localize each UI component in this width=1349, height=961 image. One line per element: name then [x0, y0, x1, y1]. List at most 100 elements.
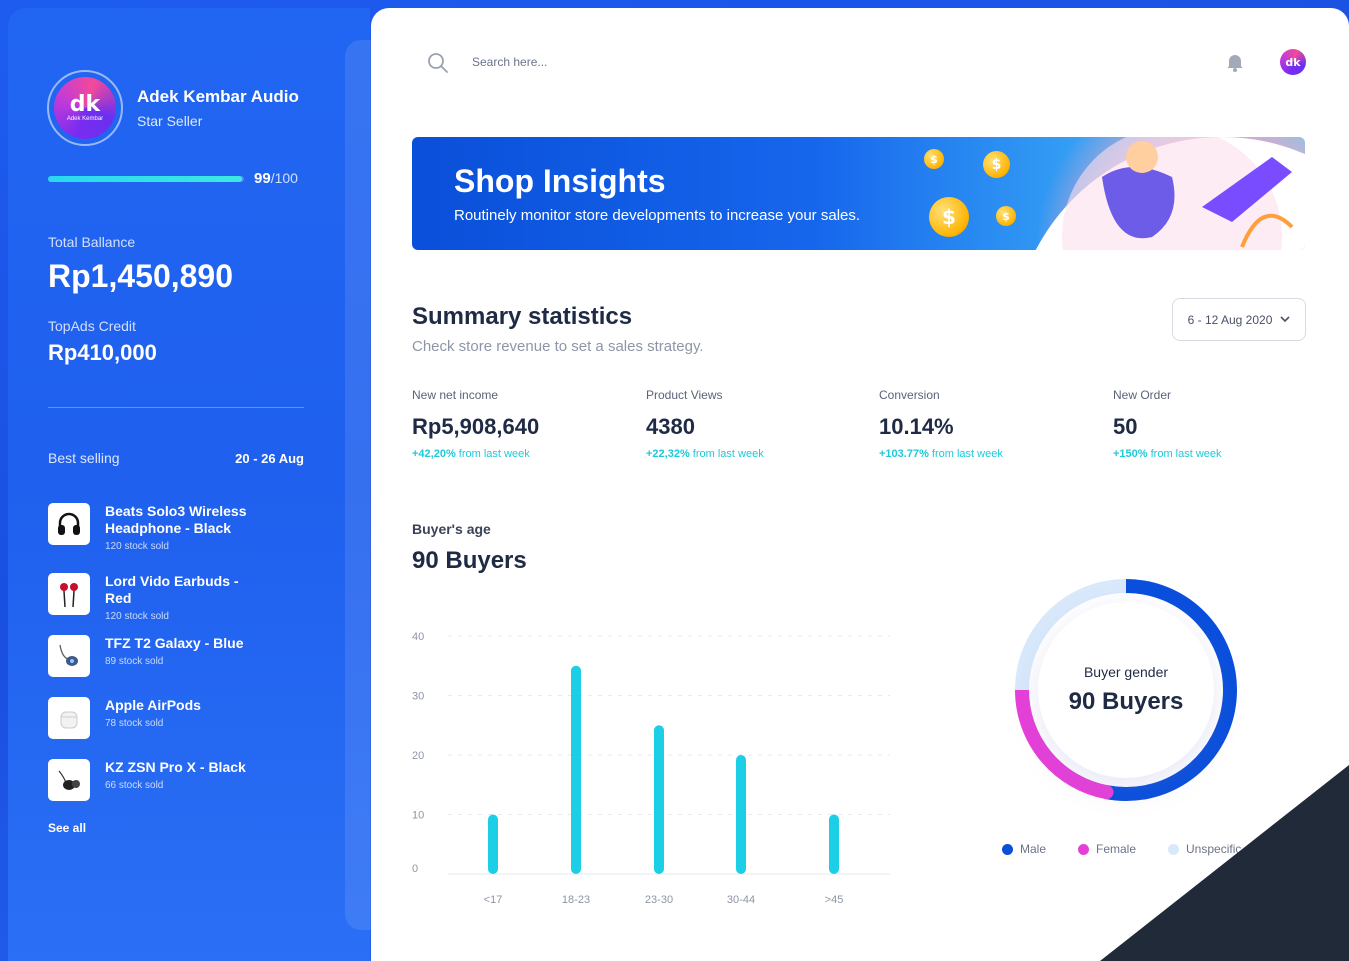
buyer-gender-value: 90 Buyers [1068, 688, 1184, 715]
stat-change-value: +150% [1113, 448, 1148, 460]
legend-item-unspecific: Unspecific [1168, 842, 1241, 856]
stat-label: Conversion [879, 388, 940, 402]
stat-change: +150% from last week [1113, 448, 1222, 460]
balance-value: Rp1,450,890 [48, 258, 234, 294]
balance-label: Total Ballance [48, 234, 136, 250]
buyer-age-value: 90 Buyers [412, 547, 527, 574]
product-sold: 120 stock sold [105, 541, 169, 552]
legend-dot [1078, 843, 1089, 855]
bar[interactable] [654, 725, 664, 874]
summary-title: Summary statistics [412, 303, 633, 330]
summary-subtitle: Check store revenue to set a sales strat… [412, 338, 704, 355]
best-selling-label: Best selling [48, 450, 120, 466]
product-item[interactable]: Lord Vido Earbuds - Red 120 stock sold [48, 573, 265, 622]
stat-label: New Order [1113, 388, 1172, 402]
airpods-icon [48, 697, 90, 739]
date-range-dropdown[interactable]: 6 - 12 Aug 2020 [1172, 298, 1306, 341]
headphone-icon [48, 503, 90, 545]
store-score: 99/100 [48, 170, 298, 187]
banner-title: Shop Insights [454, 163, 666, 199]
coin-icon: $ [983, 151, 1010, 178]
bar[interactable] [488, 814, 498, 875]
score-progress-fill [48, 175, 243, 182]
y-tick-label: 10 [412, 810, 424, 822]
stat-label: New net income [412, 388, 499, 402]
credit-value: Rp410,000 [48, 340, 157, 365]
stat-change-value: +22,32% [646, 448, 690, 460]
stat-change-value: +103.77% [879, 448, 929, 460]
search-icon[interactable] [427, 52, 449, 79]
legend-label: Female [1096, 842, 1137, 856]
stat-label: Product Views [646, 388, 723, 402]
stat-change-suffix: from last week [455, 448, 530, 460]
credit-label: TopAds Credit [48, 318, 136, 334]
stat-value: Rp5,908,640 [412, 414, 540, 439]
product-item[interactable]: Beats Solo3 Wireless Headphone - Black 1… [48, 503, 265, 552]
score-progress-bar [48, 175, 244, 182]
x-tick-label: >45 [825, 894, 844, 906]
user-avatar[interactable]: dk [1280, 49, 1306, 75]
date-range-value: 6 - 12 Aug 2020 [1187, 312, 1273, 327]
buyer-gender-label: Buyer gender [1083, 664, 1169, 680]
y-tick-label: 40 [412, 631, 424, 643]
legend-item-female: Female [1078, 842, 1136, 856]
product-sold: 66 stock sold [105, 780, 164, 791]
legend-label: Unspecific [1186, 842, 1242, 856]
y-tick-label: 20 [412, 750, 424, 762]
x-tick-label: <17 [484, 894, 503, 906]
stat-card: New net income Rp5,908,640 +42,20% from … [412, 388, 539, 460]
sidebar [8, 8, 370, 961]
coin-icon: $ [929, 197, 969, 237]
bar[interactable] [829, 814, 839, 875]
stat-change-value: +42,20% [412, 448, 456, 460]
product-item[interactable]: TFZ T2 Galaxy - Blue 89 stock sold [48, 635, 265, 677]
buyer-age-label: Buyer's age [412, 521, 491, 537]
product-name: Apple AirPods [105, 697, 201, 713]
stat-value: 10.14% [879, 414, 954, 439]
best-selling-range[interactable]: 20 - 26 Aug [235, 451, 304, 466]
stat-value: 4380 [646, 414, 695, 439]
store-logo: dk Adek Kembar [54, 77, 116, 139]
stat-card: Conversion 10.14% +103.77% from last wee… [879, 388, 1003, 460]
store-profile[interactable]: dk Adek Kembar Adek Kembar Audio Star Se… [47, 70, 299, 146]
x-tick-label: 30-44 [727, 894, 755, 906]
x-tick-label: 23-30 [645, 894, 673, 906]
banner-subtitle: Routinely monitor store developments to … [454, 207, 861, 224]
score-value: 99 [254, 170, 271, 187]
stat-card: New Order 50 +150% from last week [1113, 388, 1222, 460]
product-sold: 89 stock sold [105, 656, 164, 667]
product-item[interactable]: Apple AirPods 78 stock sold [48, 697, 265, 739]
bell-icon[interactable] [1226, 52, 1244, 77]
in-ear-monitor-icon [48, 759, 90, 801]
product-sold: 78 stock sold [105, 718, 164, 729]
in-ear-monitor-icon [48, 635, 90, 677]
chevron-down-icon [1280, 316, 1290, 323]
stat-change: +42,20% from last week [412, 448, 539, 460]
stat-change-suffix: from last week [1147, 448, 1222, 460]
stat-change: +103.77% from last week [879, 448, 1003, 460]
bar[interactable] [571, 665, 581, 874]
coin-icon: $ [996, 206, 1016, 226]
best-selling-header: Best selling 20 - 26 Aug [48, 450, 304, 466]
legend-dot [1168, 843, 1179, 855]
search-input[interactable]: Search here... [472, 55, 547, 69]
store-tier: Star Seller [137, 113, 203, 129]
store-logo-caption: Adek Kembar [66, 116, 104, 122]
product-name: Beats Solo3 Wireless Headphone - Black [105, 503, 247, 536]
stat-card: Product Views 4380 +22,32% from last wee… [646, 388, 764, 460]
stat-value: 50 [1113, 414, 1138, 439]
stat-change-suffix: from last week [689, 448, 764, 460]
x-tick-label: 18-23 [562, 894, 590, 906]
store-name: Adek Kembar Audio [137, 87, 299, 106]
bar[interactable] [736, 755, 746, 874]
store-logo-text: dk [69, 92, 101, 117]
buyer-age-bar-chart: 0 10 20 30 40 <17 18-23 23-30 30-44 >45 [412, 631, 890, 906]
sidebar-divider [48, 407, 304, 408]
product-name: KZ ZSN Pro X - Black [105, 759, 246, 775]
product-item[interactable]: KZ ZSN Pro X - Black 66 stock sold [48, 759, 265, 801]
product-sold: 120 stock sold [105, 611, 169, 622]
score-max: /100 [270, 170, 298, 186]
see-all-link[interactable]: See all [48, 821, 86, 835]
stat-change: +22,32% from last week [646, 448, 764, 460]
legend-label: Male [1020, 842, 1047, 856]
